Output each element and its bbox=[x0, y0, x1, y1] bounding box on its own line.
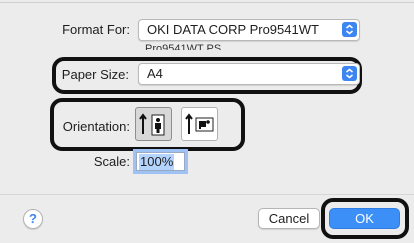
chevron-updown-icon bbox=[342, 22, 357, 37]
orientation-label: Orientation: bbox=[62, 119, 130, 134]
format-for-popup[interactable]: OKI DATA CORP Pro9541WT bbox=[138, 19, 360, 41]
printer-subtitle: Pro9541WT PS bbox=[145, 43, 222, 50]
paper-size-label: Paper Size: bbox=[61, 67, 129, 82]
landscape-icon bbox=[185, 113, 214, 134]
scale-value: 100% bbox=[139, 154, 175, 170]
top-divider bbox=[0, 2, 414, 3]
cancel-button[interactable]: Cancel bbox=[258, 208, 320, 229]
orientation-landscape-button[interactable] bbox=[181, 107, 218, 141]
paper-size-value: A4 bbox=[147, 66, 163, 81]
scale-label: Scale: bbox=[93, 154, 130, 169]
format-for-label: Format For: bbox=[62, 22, 130, 37]
format-for-value: OKI DATA CORP Pro9541WT bbox=[147, 22, 319, 37]
help-icon: ? bbox=[29, 211, 37, 226]
orientation-portrait-button[interactable] bbox=[135, 107, 172, 141]
chevron-updown-icon bbox=[342, 66, 357, 81]
portrait-icon bbox=[139, 113, 165, 136]
help-button[interactable]: ? bbox=[23, 209, 43, 229]
paper-size-popup[interactable]: A4 bbox=[138, 63, 360, 85]
scale-input[interactable]: 100% bbox=[136, 152, 185, 171]
ok-button[interactable]: OK bbox=[329, 208, 400, 229]
bottom-divider bbox=[0, 194, 414, 195]
